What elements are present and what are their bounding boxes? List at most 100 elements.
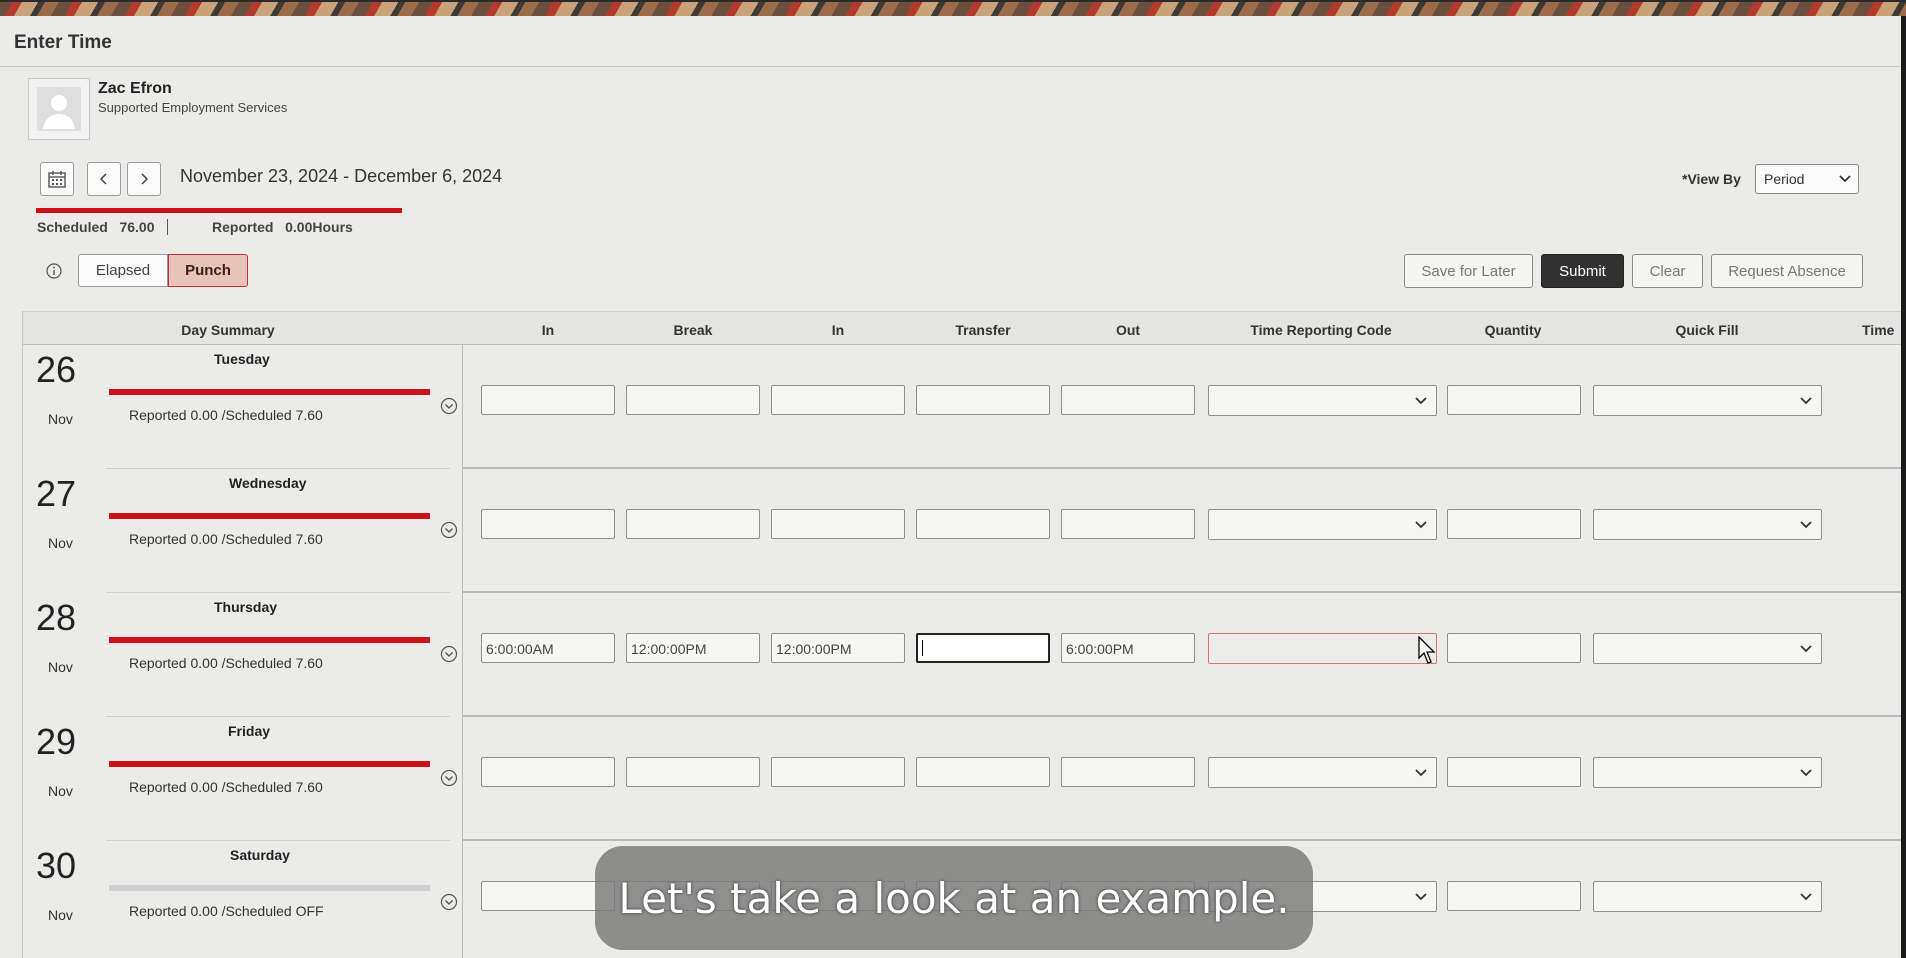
out-time-input[interactable]	[1061, 757, 1195, 787]
day-number: 29	[36, 721, 77, 762]
video-caption: Let's take a look at an example.	[595, 846, 1313, 950]
break-time-input[interactable]: 12:00:00PM	[626, 633, 760, 663]
in-time-2-input[interactable]	[771, 509, 905, 539]
employee-department: Supported Employment Services	[98, 100, 288, 115]
timesheet-row: 26 Nov Tuesday Reported 0.00 /Scheduled …	[22, 345, 1901, 469]
time-reporting-code-select[interactable]	[1208, 633, 1437, 664]
view-by-select[interactable]: Period	[1755, 164, 1859, 194]
transfer-input[interactable]	[916, 509, 1050, 539]
timesheet-row: 27 Nov Wednesday Reported 0.00 /Schedule…	[22, 469, 1901, 593]
day-status: Reported 0.00 /Scheduled 7.60	[129, 531, 323, 547]
elapsed-toggle[interactable]: Elapsed	[78, 254, 168, 287]
period-date-range: November 23, 2024 - December 6, 2024	[180, 166, 503, 186]
app-window: Enter Time Zac Efron Supported Employmen…	[0, 0, 1906, 958]
title-divider	[0, 66, 1900, 67]
chevron-down-icon	[1415, 397, 1427, 405]
day-month: Nov	[48, 783, 73, 799]
info-icon[interactable]	[45, 262, 63, 280]
quantity-input[interactable]	[1447, 633, 1581, 663]
quick-fill-select[interactable]	[1593, 633, 1822, 664]
period-progress-bar	[36, 208, 402, 213]
break-time-input[interactable]	[626, 385, 760, 415]
time-reporting-code-select[interactable]	[1208, 385, 1437, 416]
chevron-left-icon	[99, 173, 107, 185]
chevron-down-icon	[1415, 769, 1427, 777]
window-edge	[1901, 16, 1906, 958]
expand-chevron-icon[interactable]	[440, 397, 458, 415]
day-status: Reported 0.00 /Scheduled 7.60	[129, 407, 323, 423]
in-time-2-input[interactable]	[771, 757, 905, 787]
in-time-input[interactable]	[481, 509, 615, 539]
top-banner	[0, 0, 1906, 16]
in-time-input[interactable]	[481, 757, 615, 787]
timesheet-header: Day Summary In Break In Transfer Out Tim…	[22, 311, 1901, 345]
page-title: Enter Time	[14, 32, 112, 53]
avatar	[28, 78, 90, 140]
scheduled-summary: Scheduled 76.00	[37, 219, 155, 235]
calendar-icon	[48, 171, 66, 188]
col-out: Out	[1115, 322, 1141, 338]
day-month: Nov	[48, 907, 73, 923]
timesheet-row: 29 Nov Friday Reported 0.00 /Scheduled 7…	[22, 717, 1901, 841]
time-reporting-code-select[interactable]	[1208, 509, 1437, 540]
day-number: 26	[36, 349, 77, 390]
quantity-input[interactable]	[1447, 509, 1581, 539]
in-time-input[interactable]: 6:00:00AM	[481, 633, 615, 663]
day-weekday: Thursday	[214, 599, 278, 615]
quick-fill-select[interactable]	[1593, 757, 1822, 788]
mouse-pointer-icon	[1418, 636, 1436, 664]
day-month: Nov	[48, 535, 73, 551]
chevron-down-icon	[1800, 397, 1812, 405]
submit-button[interactable]: Submit	[1541, 254, 1624, 288]
day-progress-bar	[109, 761, 430, 767]
day-status: Reported 0.00 /Scheduled 7.60	[129, 779, 323, 795]
calendar-button[interactable]	[40, 162, 74, 196]
out-time-input[interactable]	[1061, 509, 1195, 539]
quick-fill-select[interactable]	[1593, 385, 1822, 416]
previous-period-button[interactable]	[87, 162, 121, 196]
expand-chevron-icon[interactable]	[440, 893, 458, 911]
expand-chevron-icon[interactable]	[440, 769, 458, 787]
break-time-input[interactable]	[626, 757, 760, 787]
reported-summary: Reported 0.00Hours	[212, 219, 353, 235]
chevron-down-icon	[1800, 893, 1812, 901]
quick-fill-select[interactable]	[1593, 509, 1822, 540]
transfer-input[interactable]	[916, 633, 1050, 663]
day-number: 28	[36, 597, 77, 638]
quantity-input[interactable]	[1447, 881, 1581, 911]
day-month: Nov	[48, 411, 73, 427]
expand-chevron-icon[interactable]	[440, 645, 458, 663]
day-number: 30	[36, 845, 77, 886]
day-weekday: Tuesday	[214, 351, 270, 367]
transfer-input[interactable]	[916, 757, 1050, 787]
summary-divider	[167, 219, 168, 235]
quantity-input[interactable]	[1447, 757, 1581, 787]
chevron-down-icon	[1800, 769, 1812, 777]
out-time-input[interactable]	[1061, 385, 1195, 415]
quick-fill-select[interactable]	[1593, 881, 1822, 912]
time-reporting-code-select[interactable]	[1208, 757, 1437, 788]
chevron-down-icon	[1415, 893, 1427, 901]
day-weekday: Friday	[228, 723, 271, 739]
request-absence-button[interactable]: Request Absence	[1711, 254, 1863, 288]
in-time-input[interactable]	[481, 385, 615, 415]
quantity-input[interactable]	[1447, 385, 1581, 415]
in-time-2-input[interactable]: 12:00:00PM	[771, 633, 905, 663]
next-period-button[interactable]	[127, 162, 161, 196]
punch-toggle[interactable]: Punch	[168, 254, 248, 287]
col-quantity: Quantity	[1484, 322, 1542, 338]
clear-button[interactable]: Clear	[1632, 254, 1703, 288]
out-time-input[interactable]: 6:00:00PM	[1061, 633, 1195, 663]
in-time-2-input[interactable]	[771, 385, 905, 415]
col-transfer: Transfer	[955, 322, 1011, 338]
day-progress-bar	[109, 389, 430, 395]
expand-chevron-icon[interactable]	[440, 521, 458, 539]
col-in-2: In	[831, 322, 845, 338]
day-progress-bar	[109, 637, 430, 643]
save-for-later-button[interactable]: Save for Later	[1404, 254, 1533, 288]
day-status: Reported 0.00 /Scheduled OFF	[129, 903, 324, 919]
employee-name: Zac Efron	[98, 80, 172, 97]
break-time-input[interactable]	[626, 509, 760, 539]
view-by-label: *View By	[1682, 171, 1741, 187]
transfer-input[interactable]	[916, 385, 1050, 415]
